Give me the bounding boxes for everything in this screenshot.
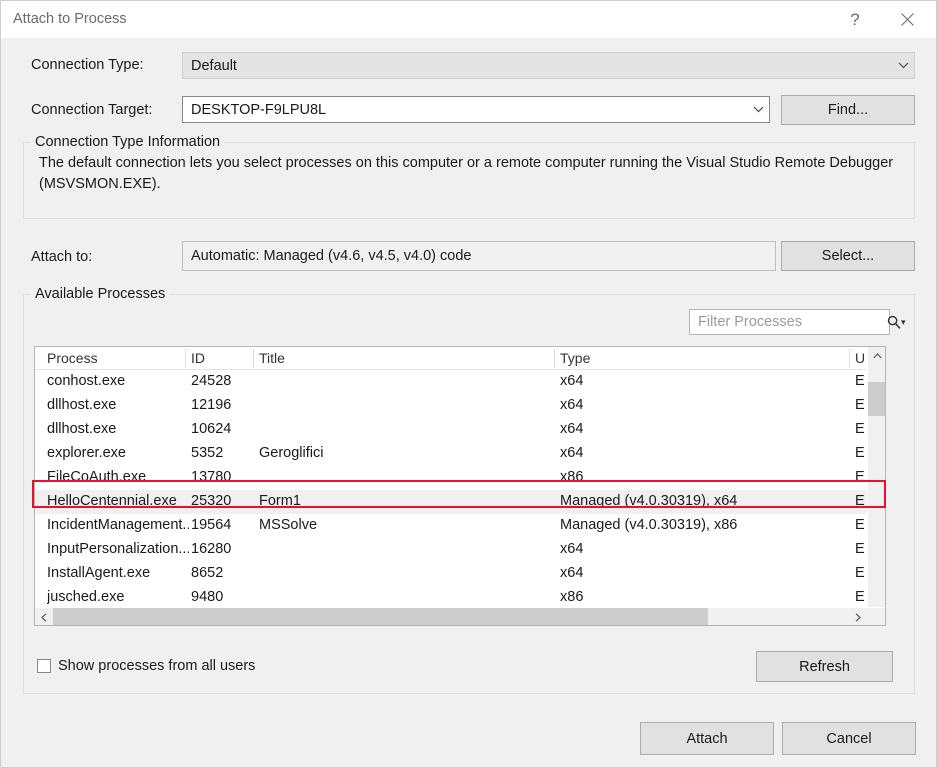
scroll-right-icon[interactable] xyxy=(849,608,867,625)
cell-process: dllhost.exe xyxy=(47,397,117,413)
column-divider[interactable] xyxy=(554,349,555,368)
connection-target-combobox[interactable]: DESKTOP-F9LPU8L xyxy=(182,96,770,123)
attach-to-value-box: Automatic: Managed (v4.6, v4.5, v4.0) co… xyxy=(182,241,776,271)
cell-id: 13780 xyxy=(191,469,232,485)
find-button[interactable]: Find... xyxy=(781,95,915,125)
dialog-title: Attach to Process xyxy=(13,11,127,27)
cell-process: conhost.exe xyxy=(47,373,126,389)
column-divider[interactable] xyxy=(253,349,254,368)
scroll-up-icon[interactable] xyxy=(868,347,885,365)
cell-type: x64 xyxy=(560,397,584,413)
process-list-rows: conhost.exe 24528 x64 Edllhost.exe 12196 x64 E… xyxy=(35,370,885,625)
table-row[interactable]: InputPersonalization.... 16280 x64 E xyxy=(35,538,885,562)
close-icon[interactable] xyxy=(884,1,930,38)
cell-process: dllhost.exe xyxy=(47,421,117,437)
attach-to-process-dialog: Attach to Process ? Connection Type: Def… xyxy=(0,0,937,768)
column-header-process[interactable]: Process xyxy=(47,350,98,366)
cell-type: x64 xyxy=(560,373,584,389)
title-bar: Attach to Process ? xyxy=(1,1,936,38)
vertical-scrollbar[interactable] xyxy=(867,347,885,625)
show-processes-all-users-label: Show processes from all users xyxy=(58,658,256,674)
cell-type: x64 xyxy=(560,445,584,461)
cell-type: Managed (v4.0.30319), x86 xyxy=(560,517,738,533)
column-header-title[interactable]: Title xyxy=(259,350,285,366)
table-row[interactable]: conhost.exe 24528 x64 E xyxy=(35,370,885,394)
cell-id: 19564 xyxy=(191,517,232,533)
table-row[interactable]: explorer.exe 5352 Geroglifici x64 E xyxy=(35,442,885,466)
cell-title: Geroglifici xyxy=(259,445,324,461)
connection-type-information-legend: Connection Type Information xyxy=(31,134,225,150)
cell-id: 16280 xyxy=(191,541,232,557)
chevron-down-icon[interactable] xyxy=(747,106,769,113)
horizontal-scrollbar-thumb[interactable] xyxy=(53,608,708,625)
cell-process: explorer.exe xyxy=(47,445,126,461)
chevron-down-icon[interactable]: ▾ xyxy=(901,317,906,328)
connection-type-information-text: The default connection lets you select p… xyxy=(39,155,894,192)
process-list[interactable]: Process ID Title Type U conhost.exe 24528… xyxy=(34,346,886,626)
table-row[interactable]: IncidentManagement... 19564 MSSolve Managed… xyxy=(35,514,885,538)
cell-process: HelloCentennial.exe xyxy=(47,493,177,509)
connection-target-label: Connection Target: xyxy=(31,102,153,118)
cell-process: InstallAgent.exe xyxy=(47,565,151,581)
cell-type: x64 xyxy=(560,565,584,581)
vertical-scrollbar-thumb[interactable] xyxy=(868,382,885,416)
column-header-id[interactable]: ID xyxy=(191,350,205,366)
cell-process: FileCoAuth.exe xyxy=(47,469,147,485)
horizontal-scrollbar[interactable] xyxy=(35,607,885,625)
show-processes-all-users-checkbox[interactable]: Show processes from all users xyxy=(37,658,255,674)
cell-id: 12196 xyxy=(191,397,232,413)
attach-to-label: Attach to: xyxy=(31,249,93,265)
connection-type-value: Default xyxy=(191,57,237,74)
connection-type-label: Connection Type: xyxy=(31,57,144,73)
cell-id: 10624 xyxy=(191,421,232,437)
cell-title: MSSolve xyxy=(259,517,318,533)
cell-process: jusched.exe xyxy=(47,589,125,605)
process-list-header: Process ID Title Type U xyxy=(35,347,885,370)
cell-id: 9480 xyxy=(191,589,224,605)
scrollbar-corner xyxy=(867,608,885,625)
cell-title: Form1 xyxy=(259,493,301,509)
column-divider[interactable] xyxy=(849,349,850,368)
available-processes-legend: Available Processes xyxy=(31,286,170,302)
chevron-down-icon xyxy=(892,62,914,69)
table-row[interactable]: InstallAgent.exe 8652 x64 E xyxy=(35,562,885,586)
cell-id: 25320 xyxy=(191,493,232,509)
scroll-left-icon[interactable] xyxy=(35,608,53,625)
connection-type-dropdown[interactable]: Default xyxy=(182,52,915,79)
cell-id: 5352 xyxy=(191,445,224,461)
cell-process: IncidentManagement... xyxy=(47,517,189,533)
table-row[interactable]: dllhost.exe 12196 x64 E xyxy=(35,394,885,418)
help-question-icon[interactable]: ? xyxy=(832,1,878,38)
filter-processes-box[interactable]: ▾ xyxy=(689,309,906,335)
table-row[interactable]: dllhost.exe 10624 x64 E xyxy=(35,418,885,442)
search-icon[interactable] xyxy=(887,315,901,329)
cell-type: x64 xyxy=(560,541,584,557)
select-button[interactable]: Select... xyxy=(781,241,915,271)
column-header-user[interactable]: U xyxy=(855,350,865,366)
refresh-button[interactable]: Refresh xyxy=(756,651,893,682)
table-row[interactable]: HelloCentennial.exe 25320 Form1 Managed (v4… xyxy=(35,490,885,514)
filter-processes-input[interactable] xyxy=(690,313,887,331)
cell-type: Managed (v4.0.30319), x64 xyxy=(560,493,738,509)
connection-target-value: DESKTOP-F9LPU8L xyxy=(191,101,327,118)
table-row[interactable]: FileCoAuth.exe 13780 x86 E xyxy=(35,466,885,490)
cell-id: 8652 xyxy=(191,565,224,581)
checkbox-box[interactable] xyxy=(37,659,51,673)
cell-type: x86 xyxy=(560,589,584,605)
column-divider[interactable] xyxy=(185,349,186,368)
attach-to-value: Automatic: Managed (v4.6, v4.5, v4.0) co… xyxy=(191,248,472,264)
cell-type: x64 xyxy=(560,421,584,437)
attach-button[interactable]: Attach xyxy=(640,722,774,755)
cell-id: 24528 xyxy=(191,373,232,389)
cell-process: InputPersonalization.... xyxy=(47,541,189,557)
cancel-button[interactable]: Cancel xyxy=(782,722,916,755)
cell-type: x86 xyxy=(560,469,584,485)
column-header-type[interactable]: Type xyxy=(560,350,590,366)
